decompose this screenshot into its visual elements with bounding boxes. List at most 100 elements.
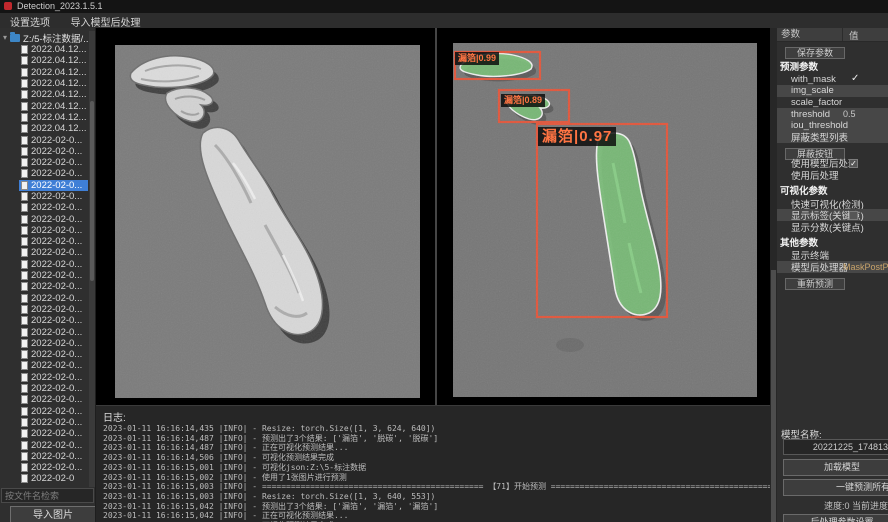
progress-text: 速度:0 当前进度: [777, 499, 888, 512]
tree-item[interactable]: 2022-02-0...: [19, 349, 88, 360]
tree-item[interactable]: 2022-02-0...: [19, 406, 88, 417]
tree-item[interactable]: 2022-02-0...: [19, 462, 88, 473]
tree-item[interactable]: 2022-02-0...: [19, 259, 88, 270]
tree-item-label: 2022-02-0...: [31, 247, 82, 258]
tree-item[interactable]: 2022.04.12...: [19, 67, 88, 78]
tree-item[interactable]: 2022.04.12...: [19, 112, 88, 123]
param-row[interactable]: scale_factor: [777, 97, 888, 109]
tree-item[interactable]: 2022-02-0...: [19, 394, 88, 405]
file-icon: [21, 56, 28, 65]
expand-arrow-icon[interactable]: ▾: [3, 34, 7, 42]
detection-label: 漏箔|0.97: [538, 127, 616, 146]
file-icon: [21, 429, 28, 438]
tree-item-label: 2022-02-0...: [31, 440, 82, 451]
tree-item[interactable]: 2022.04.12...: [19, 78, 88, 89]
params-scrollbar-thumb[interactable]: [771, 270, 776, 522]
file-icon: [21, 260, 28, 269]
file-icon: [21, 203, 28, 212]
tree-item[interactable]: 2022-02-0...: [19, 225, 88, 236]
tree-item[interactable]: 2022-02-0...: [19, 326, 88, 337]
tree-root-folder[interactable]: ▾ Z:/5-标注数据/...: [0, 31, 88, 44]
tree-item[interactable]: 2022-02-0...: [19, 191, 88, 202]
tree-item[interactable]: 2022.04.12...: [19, 123, 88, 134]
tree-item[interactable]: 2022-02-0...: [19, 157, 88, 168]
tree-item-label: 2022-02-0...: [31, 304, 82, 315]
tree-item-label: 2022-02-0...: [31, 349, 82, 360]
tree-item[interactable]: 2022.04.12...: [19, 89, 88, 100]
file-tree[interactable]: ▾ Z:/5-标注数据/... 2022.04.12...2022.04.12.…: [0, 31, 88, 487]
log-line: 2023-01-11 16:16:15,003 |INFO| - =======…: [103, 482, 775, 492]
log-line: 2023-01-11 16:16:15,001 |INFO| - 可视化json…: [103, 463, 775, 473]
tree-item[interactable]: 2022-02-0...: [19, 270, 88, 281]
tree-item-label: 2022-02-0...: [31, 372, 82, 383]
tree-item[interactable]: 2022.04.12...: [19, 55, 88, 66]
param-row[interactable]: img_scale: [777, 85, 888, 97]
checkbox-empty[interactable]: [849, 211, 858, 220]
log-line: 2023-01-11 16:16:14,435 |INFO| - Resize:…: [103, 424, 775, 434]
tree-item[interactable]: 2022-02-0...: [19, 315, 88, 326]
log-line: 2023-01-11 16:16:15,002 |INFO| - 使用了1张图片…: [103, 473, 775, 483]
tree-item[interactable]: 2022-02-0...: [19, 439, 88, 450]
tree-item[interactable]: 2022-02-0...: [19, 146, 88, 157]
param-value: 0.5: [843, 109, 856, 119]
param-row[interactable]: 模型后处理器MaskPostPro: [777, 261, 888, 273]
tree-item[interactable]: 2022-02-0...: [19, 134, 88, 145]
file-icon: [21, 192, 28, 201]
file-icon: [21, 474, 28, 483]
tree-item-label: 2022-02-0...: [31, 383, 82, 394]
tree-item[interactable]: 2022.04.12...: [19, 44, 88, 55]
app-window: Detection_2023.1.5.1 设置选项 导入模型后处理 ▾ Z:/5…: [0, 0, 888, 522]
tree-item[interactable]: 2022-02-0...: [19, 213, 88, 224]
tree-scrollbar[interactable]: [89, 31, 95, 487]
param-label: with_mask: [791, 74, 836, 85]
tree-item[interactable]: 2022-02-0...: [19, 236, 88, 247]
param-row[interactable]: 屏蔽类型列表: [777, 131, 888, 143]
tree-item[interactable]: 2022-02-0...: [19, 338, 88, 349]
left-image[interactable]: [115, 45, 420, 398]
postprocess-settings-button[interactable]: 后处理参数设置: [783, 514, 888, 522]
param-label: 模型后处理器: [791, 260, 848, 274]
param-row[interactable]: 使用后处理: [777, 169, 888, 181]
tree-item[interactable]: 2022-02-0...: [19, 428, 88, 439]
model-name-field[interactable]: 20221225_174813: [783, 439, 888, 455]
log-lines[interactable]: 2023-01-11 16:16:14,435 |INFO| - Resize:…: [103, 424, 775, 522]
params-scrollbar[interactable]: [770, 28, 777, 522]
predict-all-button[interactable]: 一键预测所有: [783, 479, 888, 496]
tree-item[interactable]: 2022-02-0...: [19, 202, 88, 213]
tree-item[interactable]: 2022-02-0...: [19, 372, 88, 383]
param-button[interactable]: 重新预测: [785, 278, 845, 290]
tree-item[interactable]: 2022-02-0...: [19, 168, 88, 179]
tree-item[interactable]: 2022-02-0: [19, 473, 88, 484]
tree-item[interactable]: 2022-02-0...: [19, 281, 88, 292]
tree-item[interactable]: 2022-02-0...: [19, 304, 88, 315]
tree-item[interactable]: 2022-02-0...: [19, 293, 88, 304]
search-input[interactable]: [1, 488, 94, 503]
file-icon: [21, 350, 28, 359]
log-title: 日志:: [103, 409, 126, 424]
right-image[interactable]: [453, 43, 757, 397]
tree-item[interactable]: 2022-02-0...: [19, 360, 88, 371]
param-section: 其他参数: [777, 233, 888, 250]
tree-item[interactable]: 2022-02-0...: [19, 417, 88, 428]
load-model-button[interactable]: 加载模型: [783, 459, 888, 476]
tree-item[interactable]: 2022-02-0...: [19, 247, 88, 258]
tree-item-label: 2022.04.12...: [31, 55, 86, 66]
tree-item[interactable]: 2022-02-0...: [19, 383, 88, 394]
param-row[interactable]: threshold0.5: [777, 108, 888, 120]
import-images-button[interactable]: 导入图片: [10, 506, 96, 522]
file-icon: [21, 226, 28, 235]
tree-item[interactable]: 2022-02-0...: [19, 451, 88, 462]
param-button[interactable]: 保存参数: [785, 47, 845, 59]
pane-divider[interactable]: [435, 28, 437, 405]
tree-item[interactable]: 2022.04.12...: [19, 100, 88, 111]
param-row[interactable]: with_mask✓: [777, 74, 888, 86]
file-icon: [21, 316, 28, 325]
tree-item[interactable]: 2022-02-0...: [19, 180, 88, 191]
file-tree-items: 2022.04.12...2022.04.12...2022.04.12...2…: [0, 44, 88, 485]
param-value: MaskPostPro: [843, 262, 888, 272]
tree-item-label: 2022-02-0...: [31, 281, 82, 292]
param-row[interactable]: 显示分数(关键点): [777, 221, 888, 233]
file-tree-panel: ▾ Z:/5-标注数据/... 2022.04.12...2022.04.12.…: [0, 28, 96, 522]
checkbox-checked[interactable]: ✓: [849, 159, 858, 168]
tree-scrollbar-thumb[interactable]: [90, 101, 94, 281]
